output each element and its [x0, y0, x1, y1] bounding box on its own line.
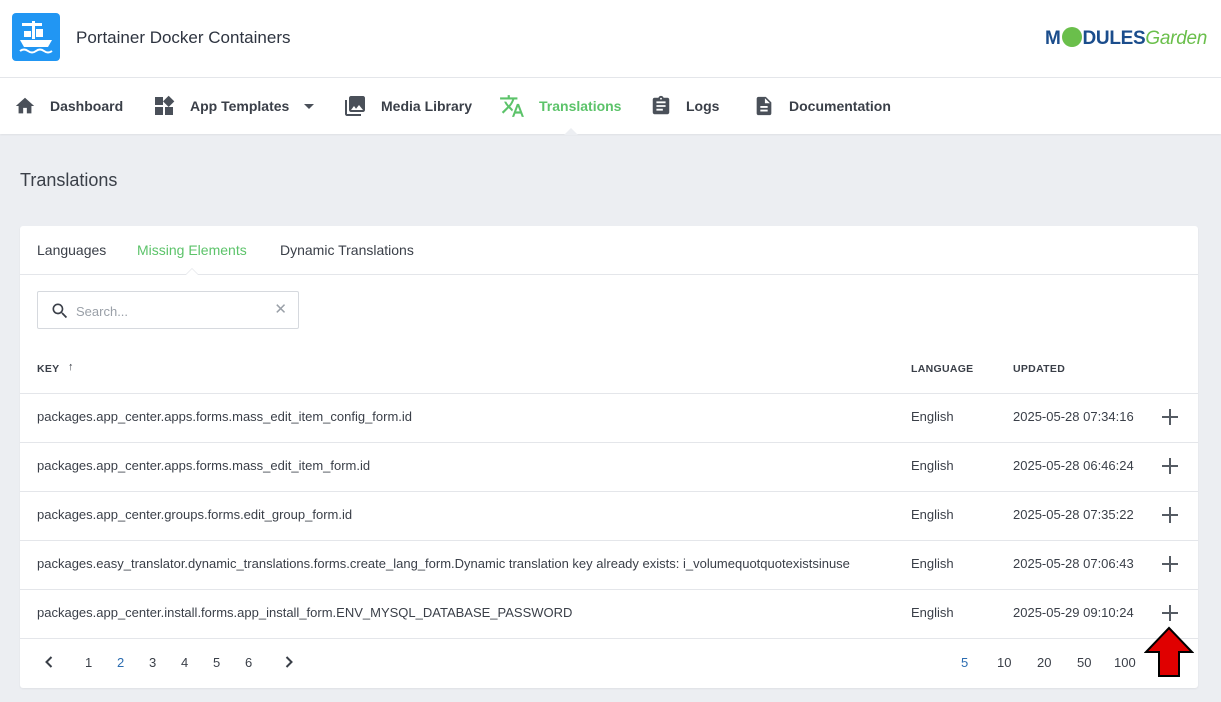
nav-item-dashboard[interactable]: Dashboard [14, 78, 123, 134]
search-box: ✕ [37, 291, 299, 329]
add-translation-icon[interactable] [1159, 504, 1181, 526]
globe-icon [1061, 27, 1082, 47]
divider [20, 638, 1198, 639]
image-icon [345, 96, 365, 116]
page-size-5[interactable]: 5 [961, 655, 968, 670]
annotation-arrow-icon [1144, 626, 1194, 677]
modulesgarden-logo: M DULESGarden [1044, 27, 1207, 49]
translations-card: Languages Missing Elements Dynamic Trans… [20, 226, 1198, 688]
row-language: English [911, 507, 954, 522]
home-icon [15, 97, 35, 114]
clear-search-icon[interactable]: ✕ [274, 302, 287, 318]
row-updated: 2025-05-28 06:46:24 [1013, 458, 1134, 473]
tab-dynamic-translations[interactable]: Dynamic Translations [280, 242, 414, 258]
page-size-10[interactable]: 10 [997, 655, 1011, 670]
clipboard-icon [652, 95, 670, 115]
column-header-key[interactable]: KEY [37, 363, 60, 375]
page-link-4[interactable]: 4 [181, 655, 188, 670]
search-input[interactable] [76, 301, 266, 321]
page-title: Translations [20, 170, 118, 190]
row-updated: 2025-05-28 07:34:16 [1013, 409, 1134, 424]
row-key: packages.app_center.groups.forms.edit_gr… [37, 507, 353, 522]
add-translation-icon[interactable] [1159, 406, 1181, 428]
row-key: packages.app_center.install.forms.app_in… [37, 605, 573, 620]
sort-ascending-icon[interactable]: ↑ [68, 361, 74, 373]
add-translation-icon[interactable] [1159, 553, 1181, 575]
previous-page-icon[interactable] [41, 654, 57, 670]
nav-item-media-library[interactable]: Media Library [343, 78, 472, 134]
nav-item-documentation[interactable]: Documentation [753, 78, 891, 134]
page-link-1[interactable]: 1 [85, 655, 92, 670]
search-icon [52, 303, 68, 319]
row-key: packages.easy_translator.dynamic_transla… [37, 556, 850, 571]
page-link-6[interactable]: 6 [245, 655, 252, 670]
row-updated: 2025-05-28 07:35:22 [1013, 507, 1134, 522]
tab-missing-elements[interactable]: Missing Elements [137, 242, 247, 258]
row-updated: 2025-05-28 07:06:43 [1013, 556, 1134, 571]
row-language: English [911, 605, 954, 620]
main-nav: Dashboard App Templates Media Library Tr… [0, 78, 1221, 134]
table-row: packages.app_center.install.forms.app_in… [20, 589, 1198, 638]
nav-item-app-templates[interactable]: App Templates [152, 78, 315, 134]
row-key: packages.app_center.apps.forms.mass_edit… [37, 458, 371, 473]
caret-down-icon [304, 104, 315, 109]
app-logo-icon [12, 13, 60, 61]
table-row: packages.app_center.groups.forms.edit_gr… [20, 491, 1198, 540]
document-icon [756, 96, 772, 116]
translate-icon [500, 95, 524, 117]
page-size-100[interactable]: 100 [1114, 655, 1136, 670]
column-header-language[interactable]: LANGUAGE [911, 363, 973, 375]
app-title: Portainer Docker Containers [76, 28, 291, 47]
nav-item-logs[interactable]: Logs [650, 78, 719, 134]
row-language: English [911, 458, 954, 473]
widgets-icon [155, 95, 175, 115]
table-row: packages.app_center.apps.forms.mass_edit… [20, 442, 1198, 491]
nav-item-translations[interactable]: Translations [499, 78, 621, 134]
active-tab-indicator [185, 268, 199, 275]
page-size-50[interactable]: 50 [1077, 655, 1091, 670]
column-header-updated[interactable]: UPDATED [1013, 363, 1065, 375]
add-translation-icon[interactable] [1159, 602, 1181, 624]
add-translation-icon[interactable] [1159, 455, 1181, 477]
table-row: packages.app_center.apps.forms.mass_edit… [20, 393, 1198, 442]
row-language: English [911, 556, 954, 571]
page-link-5[interactable]: 5 [213, 655, 220, 670]
tab-languages[interactable]: Languages [37, 242, 106, 258]
next-page-icon[interactable] [281, 654, 297, 670]
page-size-20[interactable]: 20 [1037, 655, 1051, 670]
page-link-2[interactable]: 2 [117, 655, 124, 670]
row-updated: 2025-05-29 09:10:24 [1013, 605, 1134, 620]
row-key: packages.app_center.apps.forms.mass_edit… [37, 409, 413, 424]
page-link-3[interactable]: 3 [149, 655, 156, 670]
tab-bar: Languages Missing Elements Dynamic Trans… [20, 226, 1198, 275]
top-bar: Portainer Docker Containers M DULESGarden [0, 0, 1221, 78]
table-row: packages.easy_translator.dynamic_transla… [20, 540, 1198, 589]
row-language: English [911, 409, 954, 424]
active-nav-indicator [564, 128, 578, 135]
